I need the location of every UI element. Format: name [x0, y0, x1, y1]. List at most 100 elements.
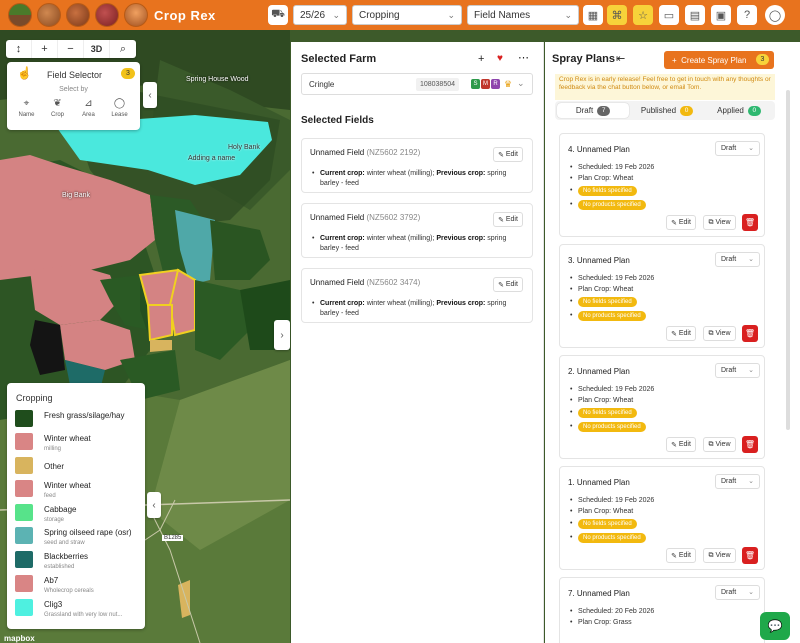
create-spray-plan-button[interactable]: + Create Spray Plan 3: [664, 51, 774, 69]
3d-toggle-button[interactable]: 3D: [84, 40, 110, 58]
heart-icon[interactable]: ♥: [497, 53, 503, 64]
edit-field-button[interactable]: ✎ Edit: [493, 212, 523, 227]
app-logo-icon: [124, 3, 148, 27]
collapse-arrow-icon[interactable]: ⇤: [616, 52, 625, 65]
label-select[interactable]: Field Names ⌄: [467, 5, 579, 25]
season-select[interactable]: 25/26 ⌄: [293, 5, 347, 25]
plan-crop: Plan Crop: Wheat: [570, 286, 633, 293]
farm-avatar-icon[interactable]: [95, 3, 119, 27]
chevron-right-icon: ›: [280, 329, 284, 341]
delete-plan-button[interactable]: 🗑: [742, 436, 758, 453]
plan-status-select[interactable]: Draft ⌄: [715, 141, 760, 156]
legend-item[interactable]: Fresh grass/silage/hay: [15, 410, 124, 430]
grid-icon[interactable]: ▣: [711, 5, 731, 25]
collapse-selector-button[interactable]: ‹: [143, 82, 157, 108]
user-icon[interactable]: ◯: [765, 5, 785, 25]
selected-farm-panel: Selected Farm + ♥ ⋯ Cringle 108038504 S …: [291, 42, 544, 643]
expand-panel-button[interactable]: ›: [274, 320, 290, 350]
plan-status-select[interactable]: Draft ⌄: [715, 363, 760, 378]
zoom-in-button[interactable]: +: [32, 40, 58, 58]
chevron-down-icon: ⌄: [748, 367, 754, 374]
field-card[interactable]: Unnamed Field (NZ5602 3474) ✎ Edit Curre…: [301, 268, 533, 323]
edit-plan-button[interactable]: ✎ Edit: [666, 548, 696, 563]
map-icon[interactable]: ▦: [583, 5, 603, 25]
chart-icon: ⊿: [84, 98, 93, 109]
tag-icon: ⌖: [23, 98, 30, 109]
plan-card[interactable]: 7. Unnamed Plan Draft⌄ Scheduled: 20 Feb…: [559, 577, 765, 643]
tab-draft[interactable]: Draft 7: [557, 103, 629, 118]
view-plan-button[interactable]: ⧉ View: [703, 437, 736, 452]
select-by-lease-button[interactable]: ◯ Lease: [104, 98, 135, 118]
view-plan-button[interactable]: ⧉ View: [703, 215, 736, 230]
field-crop-info: Current crop: winter wheat (milling); Pr…: [312, 169, 520, 189]
legend-item[interactable]: Blackberries established: [15, 551, 88, 571]
plan-status-select[interactable]: Draft ⌄: [715, 474, 760, 489]
star-icon[interactable]: ☆: [633, 5, 653, 25]
legend-item[interactable]: Clig3 Grassland with very low nut...: [15, 599, 122, 619]
help-icon[interactable]: ?: [737, 5, 757, 25]
chat-icon: 💬: [767, 619, 783, 633]
more-icon[interactable]: ⋯: [518, 51, 529, 64]
tractor-icon[interactable]: ⛟: [268, 5, 288, 25]
plan-title: 1. Unnamed Plan: [568, 478, 630, 487]
plan-status-select[interactable]: Draft ⌄: [715, 252, 760, 267]
plan-card[interactable]: 1. Unnamed Plan Draft⌄ Scheduled: 19 Feb…: [559, 466, 765, 570]
view-plan-button[interactable]: ⧉ View: [703, 326, 736, 341]
legend-item[interactable]: Spring oilseed rape (osr) seed and straw: [15, 527, 132, 547]
layer-select[interactable]: Cropping ⌄: [352, 5, 462, 25]
spray-plans-scrollbar[interactable]: [786, 90, 790, 430]
document-icon[interactable]: ▭: [659, 5, 679, 25]
edit-field-button[interactable]: ✎ Edit: [493, 277, 523, 292]
edit-plan-button[interactable]: ✎ Edit: [666, 326, 696, 341]
legend-item[interactable]: Ab7 Wholecrop cereals: [15, 575, 94, 595]
farm-avatar-icon[interactable]: [66, 3, 90, 27]
collapse-legend-button[interactable]: ‹: [147, 492, 161, 518]
delete-plan-button[interactable]: 🗑: [742, 547, 758, 564]
edit-plan-button[interactable]: ✎ Edit: [666, 437, 696, 452]
logo-icon[interactable]: [8, 3, 32, 27]
chevron-down-icon: ⌄: [517, 78, 525, 88]
chevron-down-icon: ⌄: [748, 478, 754, 485]
field-selector: ☝ Field Selector 3 Select by ⌖ Name ❦ Crop…: [7, 62, 140, 130]
field-card[interactable]: Unnamed Field (NZ5602 2192) ✎ Edit Curre…: [301, 138, 533, 193]
select-by-name-button[interactable]: ⌖ Name: [11, 98, 42, 118]
legend-item[interactable]: Other: [15, 457, 64, 477]
delete-plan-button[interactable]: 🗑: [742, 214, 758, 231]
legend-item[interactable]: Winter wheat feed: [15, 480, 91, 500]
legend-name: Cabbage: [44, 505, 77, 514]
zoom-out-button[interactable]: −: [58, 40, 84, 58]
view-plan-button[interactable]: ⧉ View: [703, 548, 736, 563]
plan-status-select[interactable]: Draft ⌄: [715, 585, 760, 600]
legend-item[interactable]: Winter wheat milling: [15, 433, 91, 453]
hand-pointer-icon: ☝: [17, 66, 32, 80]
trash-icon: 🗑: [744, 218, 756, 227]
north-icon[interactable]: ↕: [6, 40, 32, 58]
delete-plan-button[interactable]: 🗑: [742, 325, 758, 342]
farm-id: 108038504: [416, 78, 459, 91]
spray-icon[interactable]: ⌘: [607, 5, 627, 25]
farm-avatar-icon[interactable]: [37, 3, 61, 27]
table-icon[interactable]: ▤: [685, 5, 705, 25]
edit-field-button[interactable]: ✎ Edit: [493, 147, 523, 162]
map-label-big-bank: Big Bank: [62, 192, 91, 199]
plan-title: 4. Unnamed Plan: [568, 145, 630, 154]
field-card[interactable]: Unnamed Field (NZ5602 3792) ✎ Edit Curre…: [301, 203, 533, 258]
edit-plan-button[interactable]: ✎ Edit: [666, 215, 696, 230]
add-icon[interactable]: +: [478, 53, 484, 65]
tab-published[interactable]: Published 0: [631, 101, 703, 120]
plan-card[interactable]: 4. Unnamed Plan Draft⌄ Scheduled: 19 Feb…: [559, 133, 765, 237]
select-by-crop-button[interactable]: ❦ Crop: [42, 98, 73, 118]
selected-fields-title: Selected Fields: [301, 115, 374, 126]
legend-sub: milling: [44, 446, 62, 452]
legend-item[interactable]: Cabbage storage: [15, 504, 76, 524]
farm-select[interactable]: Cringle 108038504 S M R ♛ ⌄: [301, 73, 533, 95]
tab-applied[interactable]: Applied 0: [703, 101, 775, 120]
chat-button[interactable]: 💬: [760, 612, 790, 640]
camera-icon[interactable]: ⌕: [110, 40, 136, 58]
select-by-area-button[interactable]: ⊿ Area: [73, 98, 104, 118]
trash-icon: 🗑: [744, 551, 756, 560]
plan-card[interactable]: 2. Unnamed Plan Draft⌄ Scheduled: 19 Feb…: [559, 355, 765, 459]
legend-sub: feed: [44, 493, 56, 499]
trash-icon: 🗑: [744, 329, 756, 338]
plan-card[interactable]: 3. Unnamed Plan Draft⌄ Scheduled: 19 Feb…: [559, 244, 765, 348]
